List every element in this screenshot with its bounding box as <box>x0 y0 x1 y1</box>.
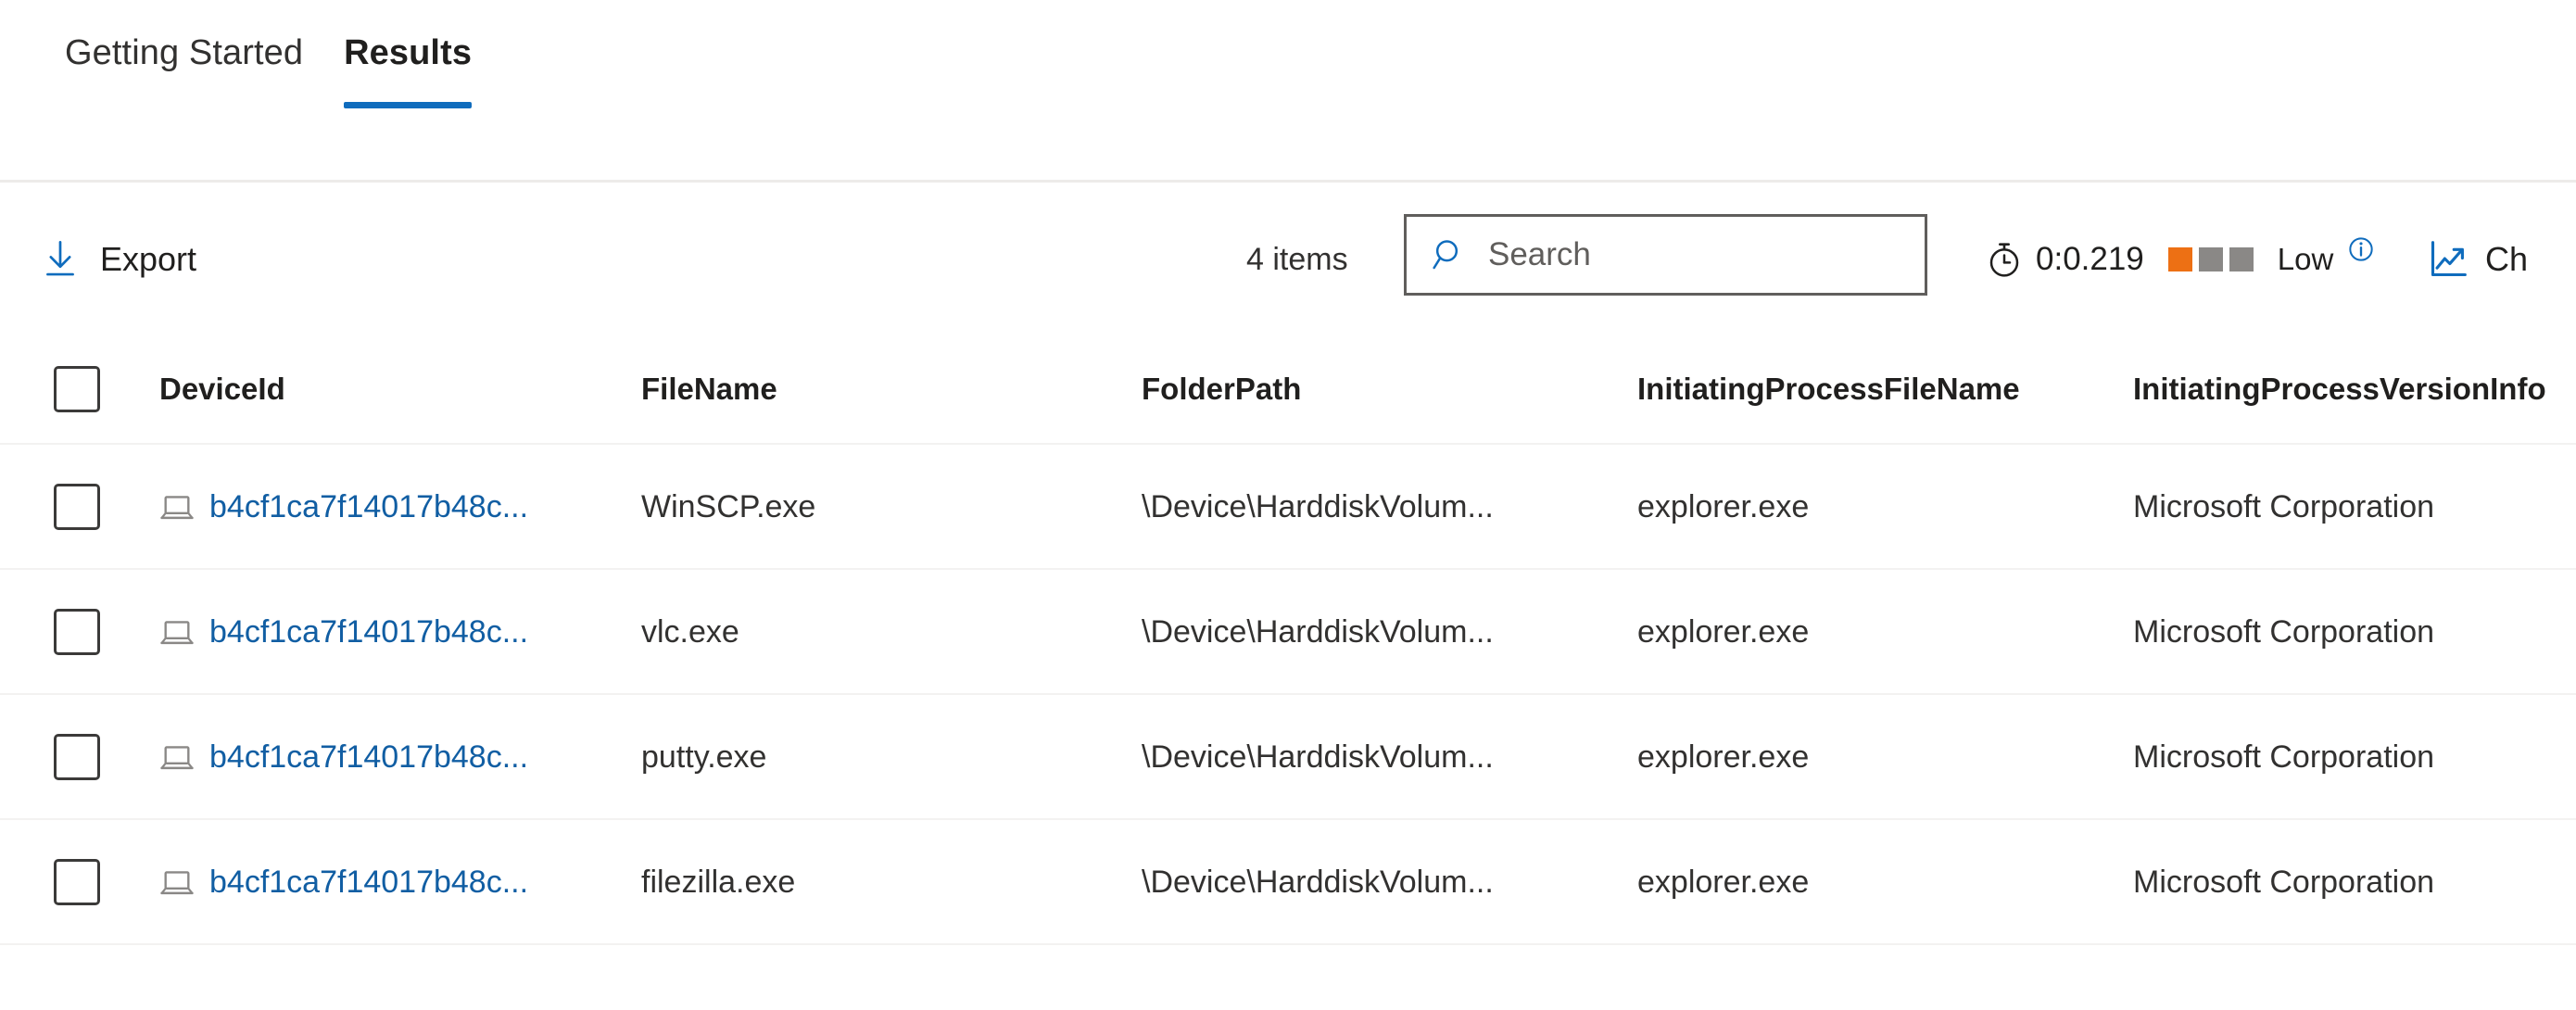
column-header-filename[interactable]: FileName <box>641 371 1142 408</box>
cell-initiatingprocessfilename: explorer.exe <box>1637 864 1810 900</box>
line-chart-trend-icon <box>2428 239 2469 280</box>
cell-folderpath: \Device\HarddiskVolum... <box>1142 488 1494 524</box>
tab-getting-started-label: Getting Started <box>65 33 304 72</box>
magnifier-icon <box>1431 236 1468 273</box>
select-all-checkbox[interactable] <box>54 366 100 412</box>
cell-initiatingprocessfilename: explorer.exe <box>1637 488 1810 524</box>
device-laptop-icon <box>159 868 195 896</box>
download-arrow-icon <box>41 239 80 280</box>
command-bar: Export 4 items 0:0. <box>0 183 2576 335</box>
resource-bar-1 <box>2167 246 2192 271</box>
advanced-hunting-results-page: Getting Started Results Export 4 items S… <box>0 0 2576 1010</box>
resource-bar-2 <box>2198 246 2223 271</box>
deviceid-link[interactable]: b4cf1ca7f14017b48c... <box>209 613 528 650</box>
tab-getting-started[interactable]: Getting Started <box>44 32 323 115</box>
device-laptop-icon <box>159 743 195 771</box>
column-header-deviceid[interactable]: DeviceId <box>159 371 641 408</box>
row-checkbox[interactable] <box>54 608 100 655</box>
results-table: DeviceId FileName FolderPath InitiatingP… <box>0 335 2576 945</box>
table-row[interactable]: b4cf1ca7f14017b48c... vlc.exe \Device\Ha… <box>0 570 2576 695</box>
table-row[interactable]: b4cf1ca7f14017b48c... putty.exe \Device\… <box>0 695 2576 820</box>
device-laptop-icon <box>159 493 195 521</box>
info-circle-icon[interactable] <box>2348 236 2374 262</box>
cell-filename: putty.exe <box>641 739 767 775</box>
cell-initiatingprocessversioninfo: Microsoft Corporation <box>2133 488 2435 524</box>
tab-results-label: Results <box>344 33 473 72</box>
tab-active-underline <box>344 102 473 108</box>
search-box[interactable] <box>1404 214 1927 296</box>
device-laptop-icon <box>159 618 195 646</box>
search-input[interactable] <box>1488 236 1896 273</box>
cell-initiatingprocessfilename: explorer.exe <box>1637 739 1810 775</box>
deviceid-link[interactable]: b4cf1ca7f14017b48c... <box>209 739 528 776</box>
tab-results[interactable]: Results <box>323 32 492 115</box>
items-count: 4 items <box>1246 241 1348 277</box>
cell-deviceid: b4cf1ca7f14017b48c... <box>159 864 641 901</box>
chart-button-label: Ch <box>2485 239 2529 278</box>
row-select-cell <box>54 858 159 905</box>
cell-deviceid: b4cf1ca7f14017b48c... <box>159 613 641 650</box>
select-all-cell <box>54 366 159 412</box>
export-button[interactable]: Export <box>28 227 209 292</box>
cell-filename: vlc.exe <box>641 613 739 650</box>
table-row[interactable]: b4cf1ca7f14017b48c... WinSCP.exe \Device… <box>0 445 2576 570</box>
row-select-cell <box>54 733 159 780</box>
cell-initiatingprocessversioninfo: Microsoft Corporation <box>2133 739 2435 775</box>
cell-deviceid: b4cf1ca7f14017b48c... <box>159 739 641 776</box>
column-header-initiatingprocessversioninfo[interactable]: InitiatingProcessVersionInfo <box>2133 371 2576 408</box>
column-header-folderpath[interactable]: FolderPath <box>1142 371 1637 408</box>
row-checkbox[interactable] <box>54 733 100 780</box>
resource-bar-3 <box>2229 246 2254 271</box>
resource-usage-bars <box>2167 246 2254 271</box>
resource-level-label: Low <box>2277 242 2334 276</box>
row-select-cell <box>54 483 159 530</box>
chart-button[interactable]: Ch <box>2428 227 2528 292</box>
cell-filename: WinSCP.exe <box>641 488 816 524</box>
cell-initiatingprocessversioninfo: Microsoft Corporation <box>2133 864 2435 900</box>
cell-folderpath: \Device\HarddiskVolum... <box>1142 613 1494 650</box>
cell-deviceid: b4cf1ca7f14017b48c... <box>159 488 641 525</box>
stopwatch-icon <box>1986 239 2023 280</box>
row-checkbox[interactable] <box>54 858 100 905</box>
column-header-initiatingprocessfilename[interactable]: InitiatingProcessFileName <box>1637 371 2133 408</box>
cell-initiatingprocessversioninfo: Microsoft Corporation <box>2133 613 2435 650</box>
table-row[interactable]: b4cf1ca7f14017b48c... filezilla.exe \Dev… <box>0 820 2576 945</box>
export-button-label: Export <box>100 239 197 278</box>
cell-filename: filezilla.exe <box>641 864 796 900</box>
tab-bar: Getting Started Results <box>0 0 2576 183</box>
cell-folderpath: \Device\HarddiskVolum... <box>1142 739 1494 775</box>
cell-folderpath: \Device\HarddiskVolum... <box>1142 864 1494 900</box>
query-performance-indicator: 0:0.219 Low <box>1986 227 2374 292</box>
deviceid-link[interactable]: b4cf1ca7f14017b48c... <box>209 488 528 525</box>
table-header-row: DeviceId FileName FolderPath InitiatingP… <box>0 335 2576 445</box>
cell-initiatingprocessfilename: explorer.exe <box>1637 613 1810 650</box>
row-select-cell <box>54 608 159 655</box>
deviceid-link[interactable]: b4cf1ca7f14017b48c... <box>209 864 528 901</box>
elapsed-time: 0:0.219 <box>2036 241 2144 277</box>
row-checkbox[interactable] <box>54 483 100 530</box>
